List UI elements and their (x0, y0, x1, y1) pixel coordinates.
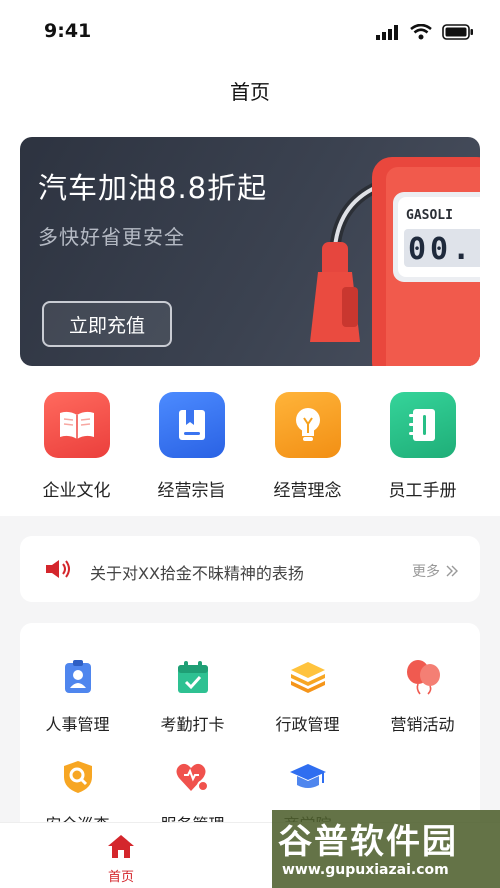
wifi-icon (410, 24, 432, 40)
heart-gear-icon (135, 757, 250, 797)
status-time: 9:41 (44, 20, 92, 42)
balloons-icon (365, 657, 480, 697)
notebook-icon (389, 392, 456, 458)
quick-link-label: 经营宗旨 (157, 481, 226, 501)
menu-item-marketing[interactable]: 营销活动 (365, 657, 480, 735)
watermark-title: 谷普软件园 (278, 822, 458, 862)
quick-link-culture[interactable]: 企业文化 (19, 388, 134, 501)
calendar-check-icon (135, 657, 250, 697)
watermark: 谷普软件园 www.gupuxiazai.com (272, 810, 500, 888)
signal-icon (376, 24, 398, 40)
tab-home[interactable]: 首页 (92, 833, 150, 885)
status-icons (376, 24, 474, 40)
home-icon (108, 835, 134, 858)
quick-link-label: 员工手册 (388, 481, 457, 501)
page-title: 首页 (230, 80, 270, 104)
notice-bar[interactable]: 关于对XX拾金不昧精神的表扬 更多 (20, 536, 480, 602)
banner-title: 汽车加油8.8折起 (38, 171, 268, 205)
notice-text: 关于对XX拾金不昧精神的表扬 (90, 564, 304, 583)
lightbulb-icon (274, 392, 341, 458)
more-label: 更多 (412, 564, 440, 580)
menu-item-label: 营销活动 (390, 715, 455, 734)
menu-item-label: 行政管理 (275, 715, 340, 734)
more-link[interactable]: 更多 (412, 561, 458, 581)
gas-pump-illustration: GASOLI 00. (310, 157, 480, 366)
tab-home-label: 首页 (107, 870, 134, 885)
status-bar: 9:41 (0, 0, 500, 60)
menu-item-label: 人事管理 (45, 715, 110, 734)
quick-links: 企业文化 经营宗旨 经营理念 员工手册 (0, 388, 500, 501)
double-chevron-right-icon (446, 565, 458, 577)
pump-digits-text: 00. (408, 232, 474, 267)
quick-link-purpose[interactable]: 经营宗旨 (134, 388, 249, 501)
menu-item-label: 考勤打卡 (160, 715, 225, 734)
bookmark-icon (158, 392, 225, 458)
quick-link-label: 企业文化 (42, 481, 111, 501)
layers-icon (250, 657, 365, 697)
recharge-button[interactable]: 立即充值 (42, 301, 172, 347)
book-icon (43, 392, 110, 458)
watermark-url: www.gupuxiazai.com (282, 862, 449, 878)
quick-link-handbook[interactable]: 员工手册 (365, 388, 480, 501)
banner-subtitle: 多快好省更安全 (38, 225, 185, 249)
menu-item-hr[interactable]: 人事管理 (20, 657, 135, 735)
quick-link-philosophy[interactable]: 经营理念 (250, 388, 365, 501)
promo-banner[interactable]: GASOLI 00. 汽车加油8.8折起 多快好省更安全 立即充值 (20, 137, 480, 366)
menu-item-admin[interactable]: 行政管理 (250, 657, 365, 735)
battery-icon (442, 24, 473, 40)
quick-link-label: 经营理念 (273, 481, 342, 501)
pump-sign-text: GASOLI (406, 208, 453, 223)
id-badge-icon (20, 657, 135, 697)
menu-item-attendance[interactable]: 考勤打卡 (135, 657, 250, 735)
shield-search-icon (20, 757, 135, 797)
speaker-icon (46, 560, 70, 578)
graduation-cap-icon (250, 757, 365, 797)
